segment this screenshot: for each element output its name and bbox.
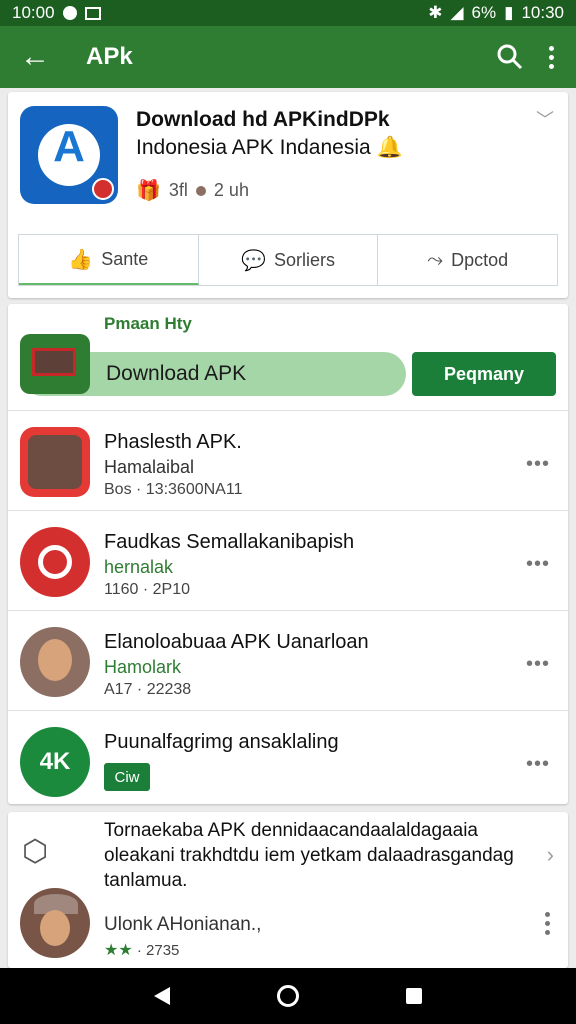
share-button[interactable]: ⤳ Dpctod	[378, 235, 557, 285]
bell-icon: 🔔	[376, 136, 403, 159]
status-bar: 10:00 ✱ ◢ 6% ▮ 10:30	[0, 0, 576, 26]
battery-text: 6%	[471, 3, 497, 22]
tip-text: Tornaekaba APK dennidaacandaalaldagaaia …	[104, 820, 514, 891]
app-title-line2: Indonesia APK Indanesia	[136, 136, 371, 159]
tag-icon: ⬡	[22, 835, 49, 868]
app-header-card: A Download hd APKindDPk Indonesia APK In…	[8, 92, 568, 298]
list-item[interactable]: Phaslesth APK. Hamalaibal Bos · 13:3600N…	[8, 410, 568, 510]
app-title-line1: Download hd APKindDPk	[136, 108, 390, 131]
meta-time: 2 uh	[213, 180, 249, 200]
promo-thumbnail	[20, 334, 90, 394]
share-button-label: Dpctod	[451, 249, 509, 270]
meta-rating: 3fl	[168, 180, 188, 200]
list-item-meta: Bos · 13:3600NA11	[104, 481, 243, 498]
list-item-title: Elanoloabuaa APK Uanarloan	[104, 631, 369, 653]
nav-recents-icon[interactable]	[406, 988, 423, 1004]
promo-label: Pmaan Hty	[104, 314, 192, 333]
list-item-subtitle: Hamalaibal	[104, 457, 195, 477]
more-horizontal-icon[interactable]: •••	[526, 653, 550, 676]
list-item-subtitle: hernalak	[104, 557, 174, 577]
notification-icon	[62, 6, 77, 20]
review-meta: ★★ · 2735	[104, 940, 179, 960]
search-icon[interactable]	[497, 44, 523, 70]
list-item-title: Phaslesth APK.	[104, 431, 242, 453]
promo-button[interactable]: Peqmany	[412, 352, 556, 396]
clock-icon	[195, 185, 206, 196]
back-arrow-icon[interactable]: ←	[0, 40, 70, 74]
list-item-avatar	[20, 427, 90, 497]
list-item-avatar	[20, 627, 90, 697]
list-item[interactable]: Elanoloabuaa APK Uanarloan Hamolark A17 …	[8, 610, 568, 710]
nav-home-icon[interactable]	[276, 985, 299, 1007]
nav-back-icon[interactable]	[153, 987, 170, 1005]
reviewer-name: Ulonk AHonianan.,	[104, 914, 262, 935]
list-item[interactable]: Faudkas Semallakanibapish hernalak 1160 …	[8, 510, 568, 610]
review-card: ⬡ Tornaekaba APK dennidaacandaalaldagaai…	[8, 812, 568, 968]
app-badge-icon	[92, 178, 114, 200]
status-time: 10:00	[12, 3, 55, 22]
gift-icon: 🎁	[136, 180, 161, 202]
list-item-avatar: 4K	[20, 727, 90, 797]
list-item-avatar	[20, 527, 90, 597]
comment-button-label: Sorliers	[273, 249, 335, 270]
app-title: Download hd APKindDPk Indonesia APK Inda…	[136, 106, 516, 162]
app-icon: A	[20, 106, 118, 204]
battery-icon: ▮	[504, 3, 514, 22]
content-card: Pmaan Hty Download APK Peqmany Phaslesth…	[8, 304, 568, 804]
app-meta: 🎁 3fl 2 uh	[136, 178, 249, 203]
list-item-title: Faudkas Semallakanibapish	[104, 531, 355, 553]
overflow-menu-icon[interactable]	[545, 912, 550, 935]
chevron-right-icon[interactable]: ›	[547, 842, 554, 868]
review-date: · 2735	[136, 942, 180, 959]
more-horizontal-icon[interactable]: •••	[526, 553, 550, 576]
like-button-label: Sante	[101, 248, 149, 269]
bluetooth-icon: ✱	[428, 3, 443, 22]
like-button[interactable]: 👍 Sante	[19, 235, 199, 285]
action-button-row: 👍 Sante 💬 Sorliers ⤳ Dpctod	[18, 234, 558, 286]
gallery-icon	[84, 6, 101, 20]
more-horizontal-icon[interactable]: •••	[526, 453, 550, 476]
more-horizontal-icon[interactable]: •••	[526, 753, 550, 776]
chevron-down-icon[interactable]: ﹀	[536, 106, 554, 132]
signal-icon: ◢	[450, 3, 464, 22]
list-item-tag: Ciw	[104, 763, 150, 791]
message-icon: 💬	[241, 249, 266, 272]
system-nav-bar	[0, 968, 576, 1024]
list-item-meta: A17 · 22238	[104, 681, 192, 698]
avatar	[20, 888, 90, 958]
overflow-menu-icon[interactable]	[549, 45, 554, 69]
status-time-right: 10:30	[521, 3, 564, 22]
comment-button[interactable]: 💬 Sorliers	[199, 235, 379, 285]
thumbs-up-icon: 👍	[68, 248, 94, 271]
list-item-subtitle: Hamolark	[104, 657, 182, 677]
rating-stars: ★★	[104, 942, 133, 959]
list-item-meta: 1160 · 2P10	[104, 581, 190, 598]
app-bar: ← APk	[0, 26, 576, 88]
app-bar-title: APk	[86, 43, 133, 70]
list-item-title: Puunalfagrimg ansaklaling	[104, 731, 339, 753]
share-icon: ⤳	[427, 248, 444, 271]
promo-text: Download APK	[106, 362, 247, 385]
list-item[interactable]: 4K Puunalfagrimg ansaklaling Ciw •••	[8, 710, 568, 804]
